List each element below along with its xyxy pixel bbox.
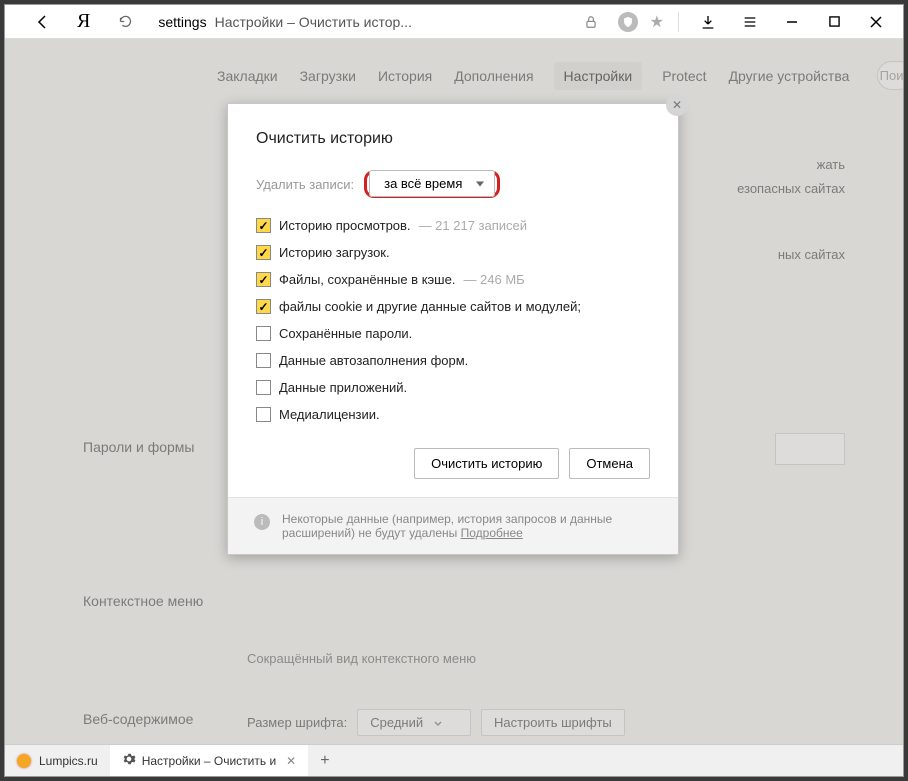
- footer-more-link[interactable]: Подробнее: [461, 526, 523, 540]
- clear-option-label: Данные приложений.: [279, 380, 407, 395]
- back-button[interactable]: [27, 7, 57, 37]
- font-size-select[interactable]: Средний: [357, 709, 471, 736]
- os-taskbar: Lumpics.ru Настройки – Очистить и ✕ +: [5, 744, 903, 776]
- clear-option-row: Историю просмотров. — 21 217 записей: [256, 218, 650, 233]
- clear-option-checkbox[interactable]: [256, 407, 271, 422]
- window-minimize[interactable]: [777, 7, 807, 37]
- clear-option-label: Файлы, сохранённые в кэше.: [279, 272, 455, 287]
- dialog-footer: i Некоторые данные (например, история за…: [228, 497, 678, 554]
- taskbar-item-settings[interactable]: Настройки – Очистить и ✕: [110, 745, 309, 776]
- reload-button[interactable]: [110, 7, 140, 37]
- settings-tab-загрузки[interactable]: Загрузки: [298, 62, 358, 90]
- clear-option-checkbox[interactable]: [256, 272, 271, 287]
- settings-tabs: Закладки Загрузки История Дополнения Настрой…: [5, 61, 903, 90]
- clear-option-checkbox[interactable]: [256, 218, 271, 233]
- protect-shield-icon[interactable]: [618, 12, 638, 32]
- clear-option-checkbox[interactable]: [256, 380, 271, 395]
- time-range-highlight: за всё время: [364, 170, 500, 198]
- bookmark-star-icon[interactable]: ★: [650, 12, 664, 32]
- clear-option-hint: — 246 МБ: [463, 272, 524, 287]
- time-range-select[interactable]: за всё время: [369, 170, 495, 197]
- clear-option-row: Медиалицензии.: [256, 407, 650, 422]
- address-bar[interactable]: settings Настройки – Очистить истор...: [158, 14, 412, 30]
- close-icon[interactable]: ✕: [286, 754, 296, 768]
- clear-option-checkbox[interactable]: [256, 326, 271, 341]
- footer-text: Некоторые данные (например, история запр…: [282, 512, 612, 540]
- delete-records-label: Удалить записи:: [256, 177, 354, 192]
- yandex-logo[interactable]: Я: [71, 10, 96, 33]
- clear-option-label: файлы cookie и другие данные сайтов и мо…: [279, 299, 581, 314]
- clear-option-label: Медиалицензии.: [279, 407, 380, 422]
- clear-option-label: Данные автозаполнения форм.: [279, 353, 468, 368]
- context-sub: Сокращённый вид контекстного меню: [247, 651, 476, 666]
- cancel-button[interactable]: Отмена: [569, 448, 650, 479]
- address-page-title: Настройки – Очистить истор...: [215, 14, 412, 30]
- lock-icon[interactable]: [576, 7, 606, 37]
- clear-option-label: Историю просмотров.: [279, 218, 411, 233]
- divider: [678, 12, 679, 32]
- clear-option-hint: — 21 217 записей: [419, 218, 527, 233]
- clear-option-checkbox[interactable]: [256, 299, 271, 314]
- section-context-menu: Контекстное меню: [83, 593, 203, 609]
- bg-box: [775, 433, 845, 465]
- address-prefix: settings: [158, 14, 206, 30]
- settings-tab-другие устройства[interactable]: Другие устройства: [727, 62, 852, 90]
- dialog-close-button[interactable]: ✕: [666, 94, 688, 116]
- time-range-value: за всё время: [384, 176, 462, 191]
- bg-text: жать: [817, 157, 845, 172]
- clear-option-row: Данные автозаполнения форм.: [256, 353, 650, 368]
- clear-history-dialog: ✕ Очистить историю Удалить записи: за вс…: [227, 103, 679, 555]
- clear-option-row: Файлы, сохранённые в кэше. — 246 МБ: [256, 272, 650, 287]
- clear-option-row: Данные приложений.: [256, 380, 650, 395]
- dialog-title: Очистить историю: [256, 130, 650, 148]
- clear-options-list: Историю просмотров. — 21 217 записейИсто…: [256, 218, 650, 422]
- clear-option-checkbox[interactable]: [256, 353, 271, 368]
- section-web-content: Веб-содержимое: [83, 711, 193, 727]
- window-close[interactable]: [861, 7, 891, 37]
- menu-button[interactable]: [735, 7, 765, 37]
- clear-option-label: Историю загрузок.: [279, 245, 390, 260]
- settings-tab-история[interactable]: История: [376, 62, 434, 90]
- gear-icon: [122, 752, 136, 769]
- clear-option-label: Сохранённые пароли.: [279, 326, 412, 341]
- settings-tab-настройки[interactable]: Настройки: [554, 62, 643, 90]
- settings-search[interactable]: Поис: [877, 61, 903, 90]
- settings-tab-protect[interactable]: Protect: [660, 62, 708, 90]
- section-passwords: Пароли и формы: [83, 439, 194, 455]
- bg-text: ных сайтах: [778, 247, 845, 262]
- bg-text: езопасных сайтах: [737, 181, 845, 196]
- settings-tab-закладки[interactable]: Закладки: [215, 62, 280, 90]
- new-tab-button[interactable]: +: [308, 752, 341, 770]
- customize-fonts-button[interactable]: Настроить шрифты: [481, 709, 625, 736]
- clear-option-row: Историю загрузок.: [256, 245, 650, 260]
- lumpics-favicon: [17, 754, 31, 768]
- settings-tab-дополнения[interactable]: Дополнения: [452, 62, 535, 90]
- window-maximize[interactable]: [819, 7, 849, 37]
- font-size-row: Размер шрифта: Средний Настроить шрифты: [247, 709, 625, 736]
- info-icon: i: [254, 514, 270, 530]
- clear-history-button[interactable]: Очистить историю: [414, 448, 559, 479]
- taskbar-item-lumpics[interactable]: Lumpics.ru: [5, 745, 110, 776]
- clear-option-checkbox[interactable]: [256, 245, 271, 260]
- downloads-icon[interactable]: [693, 7, 723, 37]
- font-size-label: Размер шрифта:: [247, 715, 347, 730]
- browser-titlebar: Я settings Настройки – Очистить истор...…: [5, 5, 903, 39]
- clear-option-row: Сохранённые пароли.: [256, 326, 650, 341]
- clear-option-row: файлы cookie и другие данные сайтов и мо…: [256, 299, 650, 314]
